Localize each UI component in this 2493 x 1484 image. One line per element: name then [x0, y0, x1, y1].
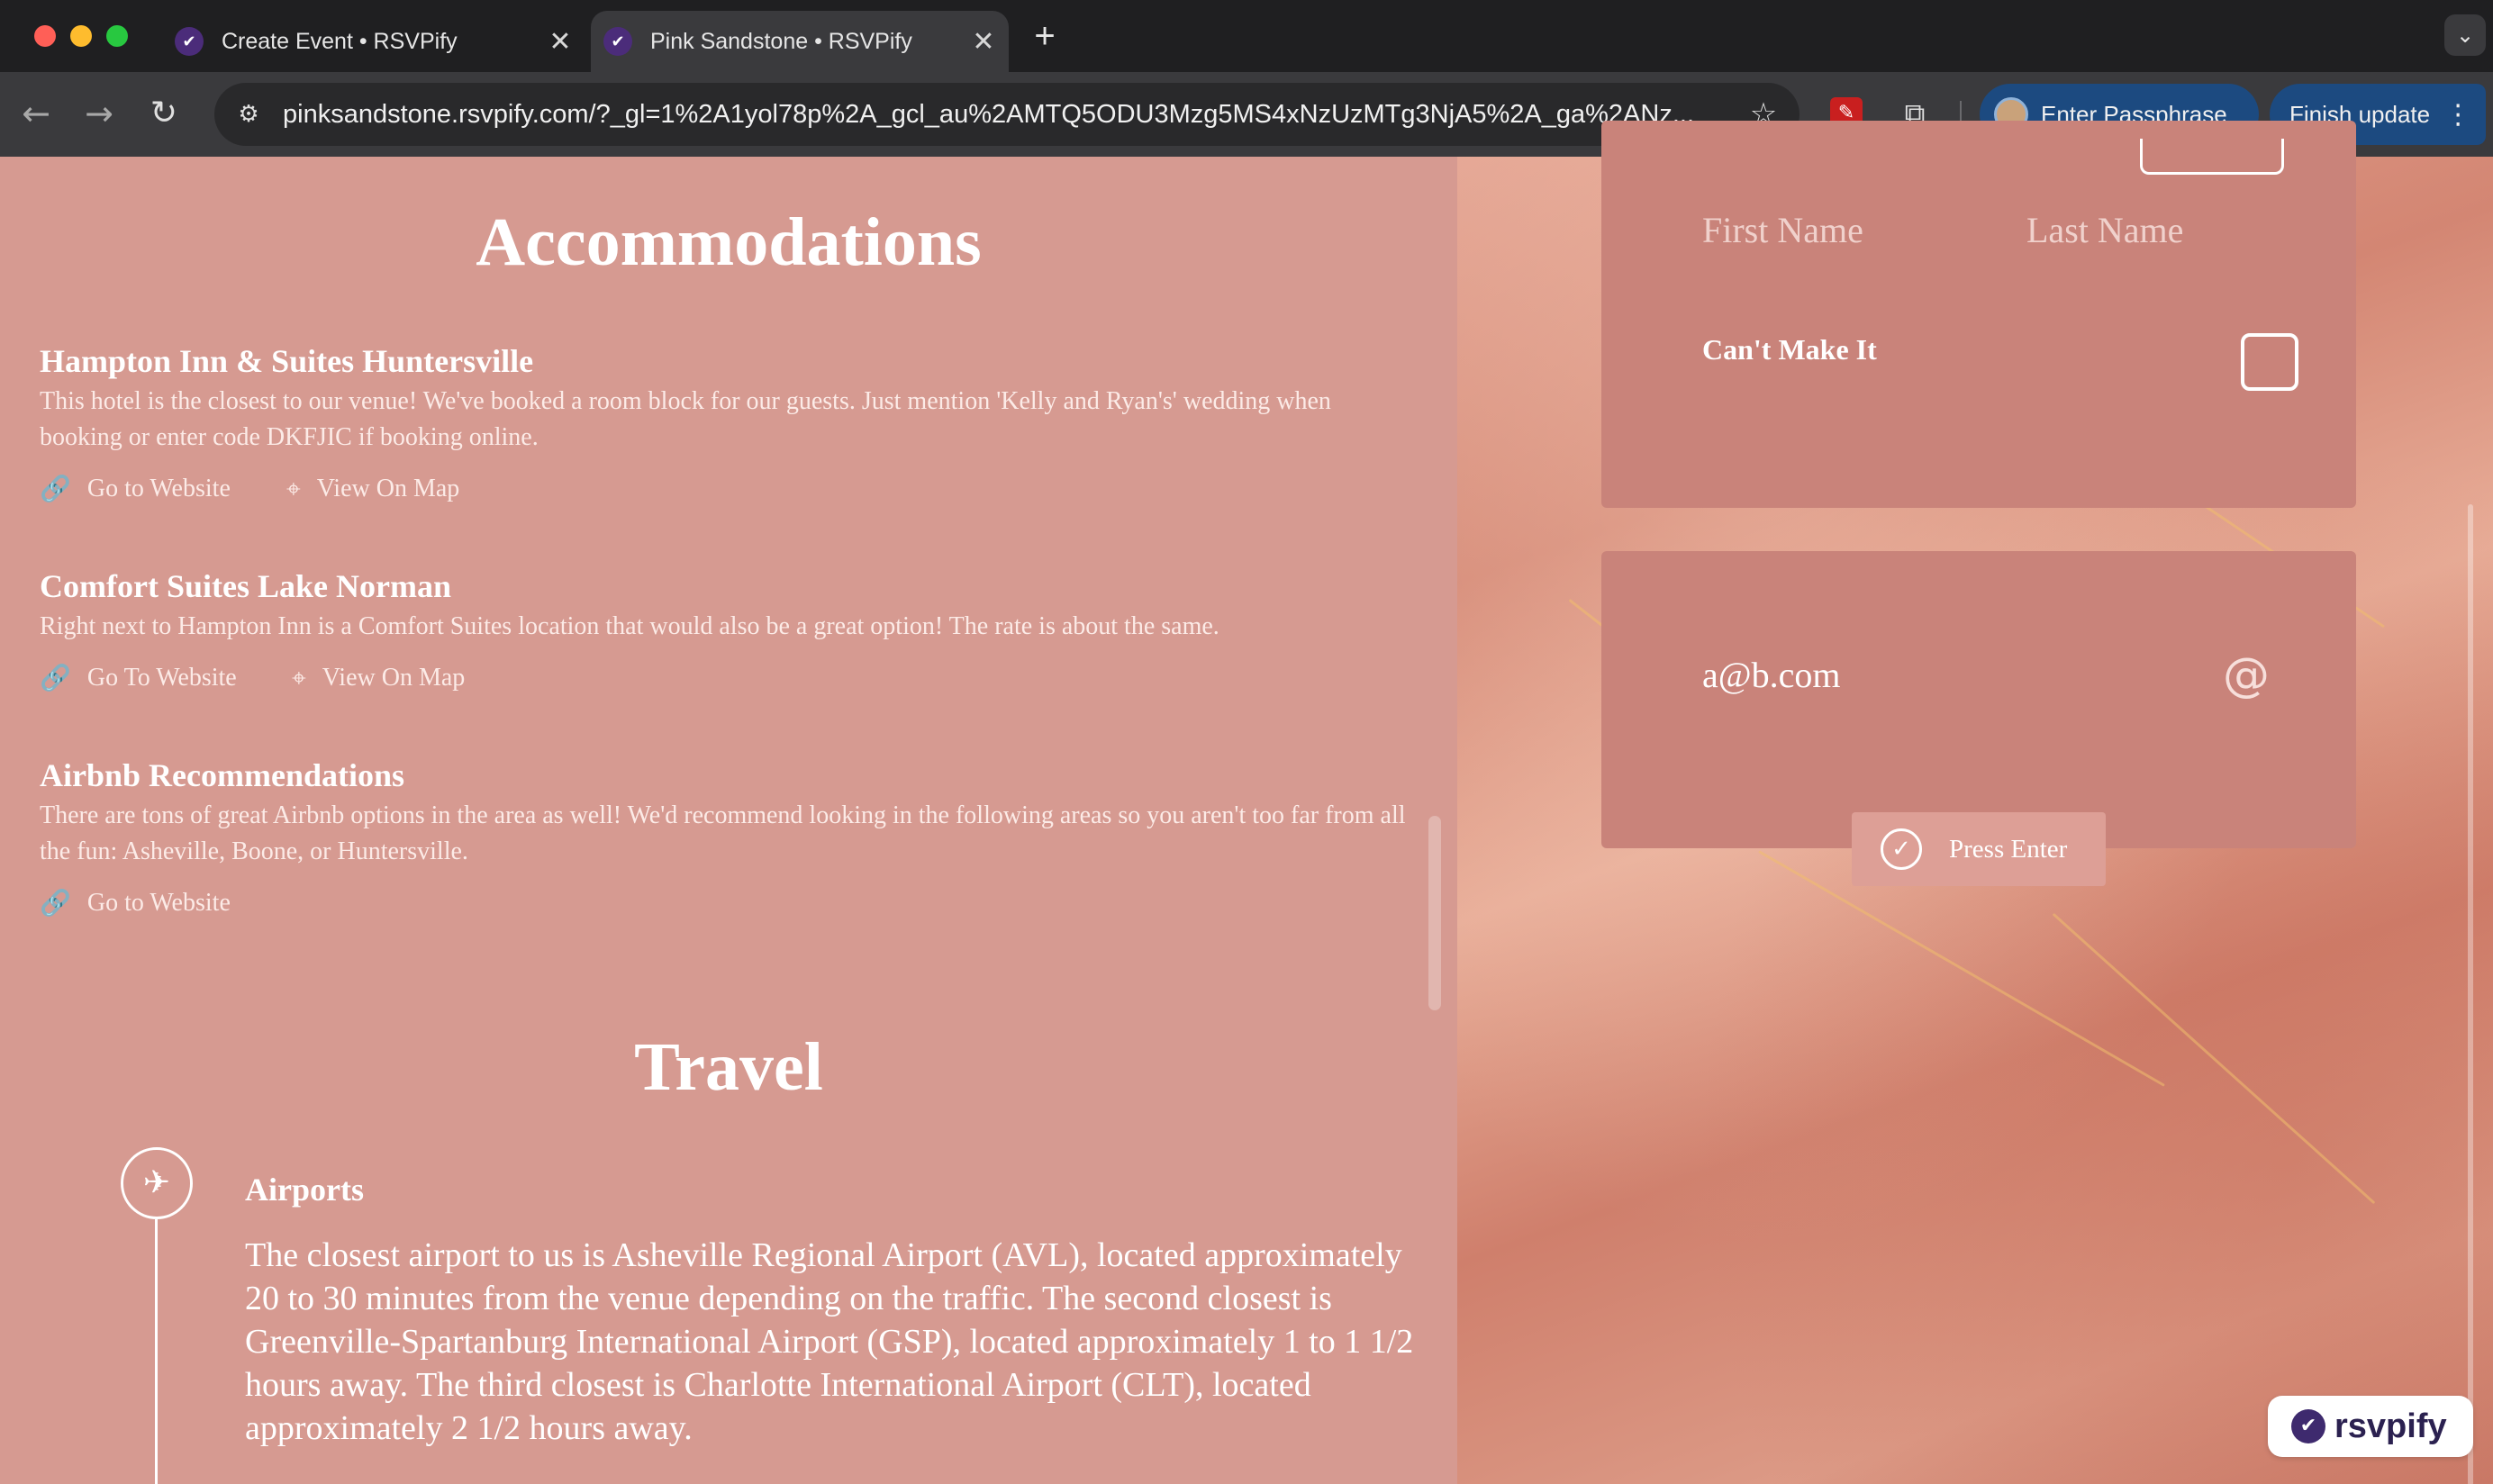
tab-close-icon[interactable]: ✕: [965, 26, 1002, 58]
hotel-description: There are tons of great Airbnb options i…: [40, 801, 1406, 865]
rsvpify-badge[interactable]: ✔ rsvpify: [2268, 1396, 2473, 1457]
hotel-description: Right next to Hampton Inn is a Comfort S…: [40, 612, 1219, 640]
scrollbar-thumb[interactable]: [1428, 816, 1441, 1010]
link-label: View On Map: [316, 475, 460, 502]
hotel-title: Airbnb Recommendations: [40, 757, 405, 793]
tab-create-event[interactable]: ✔ Create Event • RSVPify ✕: [162, 11, 585, 72]
link-label: View On Map: [322, 664, 466, 692]
rsvpify-badge-text: rsvpify: [2334, 1407, 2447, 1445]
browser-tab-bar: ✔ Create Event • RSVPify ✕ ✔ Pink Sandst…: [0, 0, 2493, 72]
timeline-line: [155, 1219, 158, 1484]
hotel-title: Hampton Inn & Suites Huntersville: [40, 343, 534, 379]
hotel-title: Comfort Suites Lake Norman: [40, 568, 451, 604]
hotel-description: This hotel is the closest to our venue! …: [40, 387, 1331, 451]
rsvp-name-card: [1601, 121, 2356, 508]
tab-title: Create Event • RSVPify: [222, 28, 458, 54]
url-text[interactable]: pinksandstone.rsvpify.com/?_gl=1%2A1yol7…: [276, 100, 1736, 130]
check-circle-icon: ✓: [1881, 828, 1922, 870]
tab-close-icon[interactable]: ✕: [542, 26, 578, 58]
email-input[interactable]: a@b.com: [1702, 654, 1840, 696]
forward-arrow-icon[interactable]: →: [76, 90, 122, 137]
go-to-website-link[interactable]: 🔗 Go to Website: [40, 474, 231, 503]
event-details-panel: Accommodations Hampton Inn & Suites Hunt…: [0, 157, 1457, 1484]
tab-pink-sandstone[interactable]: ✔ Pink Sandstone • RSVPify ✕: [591, 11, 1009, 72]
link-chain-icon: 🔗: [40, 474, 71, 503]
card-button-edge[interactable]: [2140, 139, 2284, 175]
tab-title: Pink Sandstone • RSVPify: [650, 28, 912, 54]
chevron-down-icon[interactable]: ⌄: [2444, 14, 2486, 56]
view-on-map-link[interactable]: ⌖ View On Map: [292, 663, 465, 693]
window-close-button[interactable]: [34, 25, 56, 47]
link-label: Go to Website: [86, 474, 231, 502]
last-name-input[interactable]: Last Name: [2026, 209, 2183, 251]
rsvpify-favicon-icon: ✔: [603, 27, 632, 56]
back-arrow-icon[interactable]: ←: [13, 90, 59, 137]
link-label: Go to Website: [86, 888, 231, 917]
reload-icon[interactable]: ↻: [141, 90, 187, 137]
travel-heading: Travel: [634, 1029, 823, 1105]
window-minimize-button[interactable]: [70, 25, 92, 47]
link-label: Go To Website: [86, 663, 237, 692]
cant-make-it-label: Can't Make It: [1702, 333, 1877, 366]
airplane-icon: ✈: [121, 1147, 193, 1219]
accommodations-heading: Accommodations: [476, 204, 982, 280]
sandstone-vein: [2052, 912, 2376, 1205]
rsvpify-favicon-icon: ✔: [175, 27, 204, 56]
press-enter-label: Press Enter: [1949, 834, 2068, 864]
press-enter-button[interactable]: ✓ Press Enter: [1852, 812, 2106, 886]
at-sign-icon: @: [2223, 648, 2270, 702]
airports-description: The closest airport to us is Asheville R…: [245, 1236, 1414, 1447]
go-to-website-link[interactable]: 🔗 Go To Website: [40, 663, 237, 692]
page-content: Accommodations Hampton Inn & Suites Hunt…: [0, 121, 2493, 1484]
go-to-website-link[interactable]: 🔗 Go to Website: [40, 888, 231, 918]
map-pin-icon: ⌖: [286, 474, 301, 503]
link-chain-icon: 🔗: [40, 888, 71, 918]
new-tab-button[interactable]: +: [1027, 16, 1063, 56]
first-name-input[interactable]: First Name: [1702, 209, 1863, 251]
link-chain-icon: 🔗: [40, 663, 71, 692]
page-scrollbar[interactable]: [2468, 504, 2473, 1484]
map-pin-icon: ⌖: [292, 663, 306, 692]
site-settings-icon[interactable]: ⚙: [222, 101, 276, 128]
cant-make-it-checkbox[interactable]: [2241, 333, 2298, 391]
more-vertical-icon: ⋮: [2444, 98, 2472, 131]
window-maximize-button[interactable]: [106, 25, 128, 47]
rsvpify-check-icon: ✔: [2291, 1409, 2325, 1443]
airports-title: Airports: [245, 1172, 364, 1208]
view-on-map-link[interactable]: ⌖ View On Map: [286, 474, 459, 504]
address-bar[interactable]: ⚙ pinksandstone.rsvpify.com/?_gl=1%2A1yo…: [214, 83, 1799, 146]
